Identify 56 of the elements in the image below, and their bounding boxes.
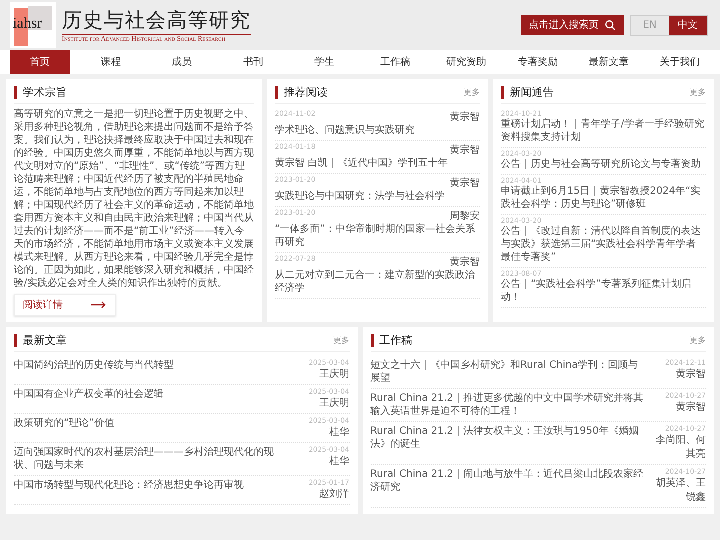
read-more-button[interactable]: 阅读详情 [14,294,116,316]
article-link[interactable]: 政策研究的“理论”价值 [14,417,292,430]
article-link[interactable]: 学术理论、问题意识与实践研究 [275,124,480,137]
author: 王庆明 [320,396,350,410]
author: 黄宗智 [676,368,706,381]
news-link[interactable]: 申请截止到6月15日｜黄宗智教授2024年“实践社会科学：历史与理论”研修班 [501,185,706,211]
site-title: 历史与社会高等研究 [62,7,251,34]
article-link[interactable]: 中国简约治理的历史传统与当代转型 [14,359,292,372]
section-title: 推荐阅读 [275,86,328,99]
author: 赵刘洋 [320,488,350,501]
logo[interactable]: iahsr [10,2,56,48]
author: 桂华 [330,426,350,439]
article-link[interactable]: 中国市场转型与现代化理论：经济思想史争论再审视 [14,479,292,492]
section-title: 新闻通告 [501,86,554,99]
author: 黄宗智 [676,400,706,414]
news-link[interactable]: 公告｜“实践社会科学”专著系列征集计划启动！ [501,278,706,304]
author: 李尚阳、何其亮 [655,434,706,461]
article-link[interactable]: “一体多面”：中华帝制时期的国家—社会关系再研究 [275,223,480,249]
section-title: 学术宗旨 [14,86,67,99]
author: 黄宗智 [450,176,480,190]
section-title: 最新文章 [14,334,67,347]
article-link[interactable]: Rural China 21.2｜闹山地与放牛羊：近代吕梁山北段农家经济研究 [370,468,648,494]
author: 胡英泽、王锐鑫 [655,476,706,504]
author: 黄宗智 [450,256,480,269]
nav-item[interactable]: 学生 [294,50,354,74]
search-icon [605,20,616,30]
search-button[interactable]: 点击进入搜索页 [521,15,624,35]
nav-item[interactable]: 最新文章 [578,50,639,74]
section-title: 工作稿 [370,334,412,347]
nav-item[interactable]: 专著奖励 [508,50,568,74]
article-link[interactable]: 黄宗智 白凯｜《近代中国》学刊五十年 [275,157,480,170]
author: 王庆明 [320,368,350,381]
article-link[interactable]: 短文之十六｜《中国乡村研究》和Rural China学刊：回顾与展望 [370,359,648,385]
news-link[interactable]: 公告｜《改过自新：清代以降自首制度的表达与实践》获选第三届“实践社会科学青年学者最佳专著奖” [501,225,706,264]
mission-text: 高等研究的立意之一是把一切理论置于历史视野之中、采用多种理论视角，借助理论来提出问题而不是给予答案。我们认为，理论抉择最终应取决于中国过去和现在的经验。中国历史悠久而厚重，不能简单地以与西方现代文明对立的“原始”、“非理性”、或“传统”等西方理论范畴来理解；中国近代经历了被支配的半殖民地命运，不能简单地与占支配地位的西方等同起来加以理解；中国现代经历了社会主义的革命运动，不能简单地套用西方资本主义和自由民主政治来理解；中国当代从过去的计划经济——而不是“前工业”经济——转入今天的市场经济，不能简单地用市场主义或资本主义发展模式来理解。从西方理论来看，中国经验几乎完全是悖论的。正因为如此，如果能够深入研究和概括，中国经验/实践必定会对全人类的知识作出独特的贡献。 [14,108,254,290]
nav-item[interactable]: 关于我们 [650,50,710,74]
news-link[interactable]: 重磅计划启动！｜青年学子/学者一手经验研究资料搜集支持计划 [501,118,706,144]
nav-item[interactable]: 成员 [152,50,212,74]
article-link[interactable]: 中国国有企业产权变革的社会逻辑 [14,388,292,401]
news-link[interactable]: 公告｜历史与社会高等研究所论文与专著资助 [501,158,706,171]
nav-item[interactable]: 书刊 [223,50,284,74]
nav-item[interactable]: 工作稿 [366,50,426,74]
article-link[interactable]: 实践理论与中国研究：法学与社会科学 [275,190,480,203]
author: 黄宗智 [450,110,480,124]
article-link[interactable]: Rural China 21.2｜法律女权主义：王汝琪与1950年《婚姻法》的诞生 [370,425,648,451]
article-link[interactable]: 迈向强国家时代的农村基层治理———乡村治理现代化的现状、问题与未来 [14,446,292,472]
article-link[interactable]: 从二元对立到二元合一：建立新型的实践政治经济学 [275,269,480,295]
article-link[interactable]: Rural China 21.2｜推进更多优越的中文中国学术研究并将其输入英语世界是迫不可待的工程！ [370,392,648,418]
language-button[interactable]: 中文 [669,16,707,34]
author: 桂华 [330,454,350,468]
nav-item[interactable]: 首页 [10,50,70,74]
nav-item[interactable]: 研究资助 [436,50,497,74]
author: 黄宗智 [450,144,480,157]
nav-item[interactable]: 课程 [81,50,142,74]
arrow-icon [91,301,107,309]
author: 周黎安 [450,210,480,223]
